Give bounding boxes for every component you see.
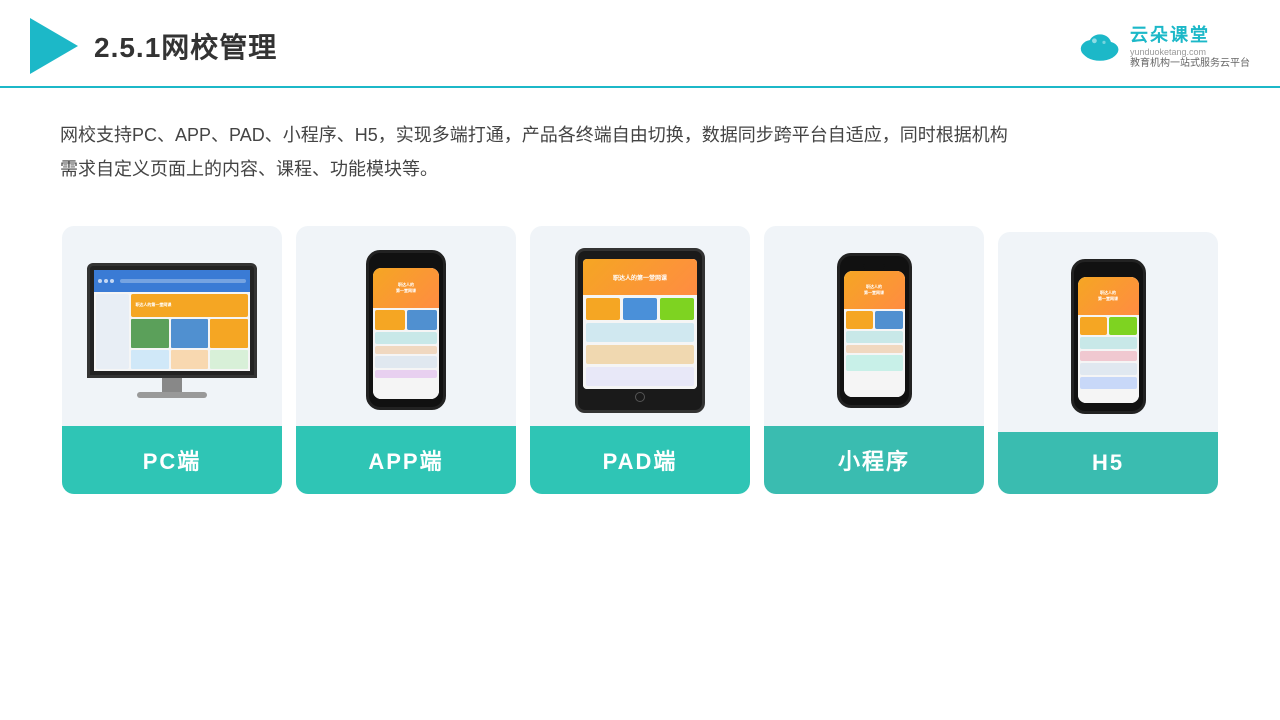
logo-triangle-icon xyxy=(30,18,78,74)
card-image-app: 职达人的第一堂网课 xyxy=(296,226,516,426)
brand-subtitle: 教育机构一站式服务云平台 xyxy=(1130,57,1250,71)
card-miniapp: 职达人的第一堂网课 小程序 xyxy=(764,226,984,494)
description: 网校支持PC、APP、PAD、小程序、H5，实现多端打通，产品各终端自由切换，数… xyxy=(60,118,1220,186)
cloud-icon xyxy=(1076,28,1124,64)
card-h5: 职达人的第一堂网课 xyxy=(998,232,1218,494)
card-image-miniapp: 职达人的第一堂网课 xyxy=(764,226,984,426)
tablet-mockup: 职达人的第一堂网课 xyxy=(575,248,705,413)
card-label-h5: H5 xyxy=(998,432,1218,494)
card-image-pc: 职达人的第一堂网课 xyxy=(62,226,282,426)
card-label-miniapp: 小程序 xyxy=(764,426,984,494)
brand-logo: 云朵课堂 yunduoketang.com 教育机构一站式服务云平台 xyxy=(1076,21,1250,71)
header-right: 云朵课堂 yunduoketang.com 教育机构一站式服务云平台 xyxy=(1076,21,1250,71)
pc-mockup: 职达人的第一堂网课 xyxy=(87,263,257,398)
brand-text: 云朵课堂 yunduoketang.com 教育机构一站式服务云平台 xyxy=(1130,21,1250,71)
cards-row: 职达人的第一堂网课 xyxy=(60,226,1220,494)
phone-mockup-h5: 职达人的第一堂网课 xyxy=(1071,259,1146,414)
card-image-h5: 职达人的第一堂网课 xyxy=(998,232,1218,432)
brand-url: yunduoketang.com xyxy=(1130,47,1206,57)
header-left: 2.5.1网校管理 xyxy=(30,18,277,74)
brand-name: 云朵课堂 xyxy=(1130,21,1210,47)
card-pc: 职达人的第一堂网课 xyxy=(62,226,282,494)
main-content: 网校支持PC、APP、PAD、小程序、H5，实现多端打通，产品各终端自由切换，数… xyxy=(0,88,1280,514)
phone-mockup-miniapp: 职达人的第一堂网课 xyxy=(837,253,912,408)
page-title: 2.5.1网校管理 xyxy=(94,26,277,66)
card-pad: 职达人的第一堂网课 xyxy=(530,226,750,494)
header: 2.5.1网校管理 云朵课堂 yunduoketang.com 教育机构一站式服… xyxy=(0,0,1280,88)
card-label-pc: PC端 xyxy=(62,426,282,494)
card-image-pad: 职达人的第一堂网课 xyxy=(530,226,750,426)
phone-mockup-app: 职达人的第一堂网课 xyxy=(366,250,446,410)
card-label-app: APP端 xyxy=(296,426,516,494)
card-label-pad: PAD端 xyxy=(530,426,750,494)
card-app: 职达人的第一堂网课 xyxy=(296,226,516,494)
